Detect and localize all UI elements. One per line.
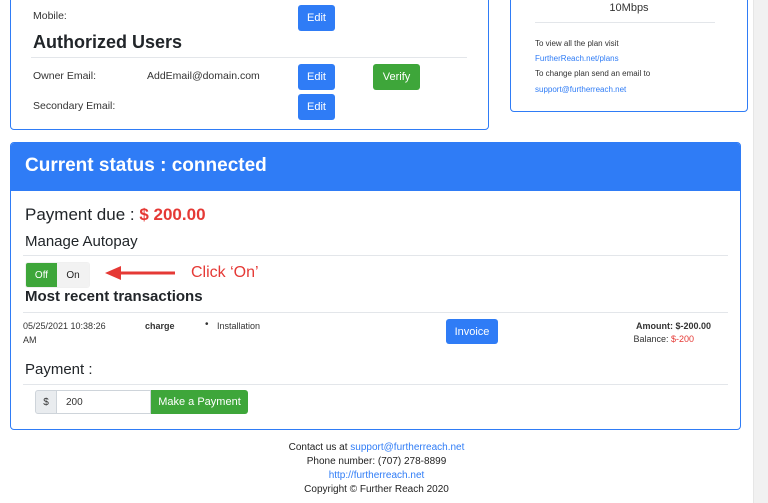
plan-card: 10Mbps To view all the plan visit Furthe… — [510, 0, 748, 112]
status-header-title: Current status : connected — [25, 155, 267, 176]
bullet-icon: • — [205, 319, 209, 330]
plans-link[interactable]: FurtherReach.net/plans — [535, 54, 619, 63]
owner-email-label: Owner Email: — [33, 70, 97, 82]
status-card: Current status : connected Payment due :… — [10, 142, 741, 430]
plan-speed: 10Mbps — [609, 2, 649, 14]
footer-contact-email-link[interactable]: support@furtherreach.net — [350, 442, 464, 453]
recent-transactions-title: Most recent transactions — [25, 288, 203, 305]
table-row: 05/25/2021 10:38:26 AM charge • Installa… — [11, 313, 740, 357]
currency-prefix: $ — [35, 390, 57, 414]
autopay-off-option[interactable]: Off — [26, 263, 57, 287]
balance-label: Balance: — [633, 334, 671, 344]
status-header: Current status : connected — [11, 143, 740, 191]
divider — [23, 255, 728, 256]
transaction-balance: Balance: $-200 — [633, 334, 694, 344]
authorized-users-title: Authorized Users — [33, 32, 183, 52]
divider — [535, 22, 715, 23]
mobile-edit-button[interactable]: Edit — [298, 5, 335, 31]
divider — [23, 384, 728, 385]
account-card: Mobile: Edit Authorized Users Owner Emai… — [10, 0, 489, 130]
secondary-email-edit-button[interactable]: Edit — [298, 94, 335, 120]
plan-view-text: To view all the plan visit — [535, 39, 619, 48]
manage-autopay-title: Manage Autopay — [25, 233, 138, 250]
owner-email-verify-button[interactable]: Verify — [373, 64, 420, 90]
transaction-type: charge — [145, 321, 175, 331]
autopay-toggle: Off On — [25, 262, 90, 288]
footer-website-link[interactable]: http://furtherreach.net — [0, 469, 753, 483]
payment-due-amount: $ 200.00 — [139, 205, 206, 224]
annotation-text: Click ‘On’ — [191, 264, 259, 281]
payment-amount-input[interactable] — [57, 390, 151, 414]
payment-title: Payment : — [25, 361, 93, 378]
make-payment-button[interactable]: Make a Payment — [151, 390, 248, 414]
secondary-email-label: Secondary Email: — [33, 100, 116, 112]
annotation-arrow-icon — [105, 266, 175, 280]
transaction-item: Installation — [217, 321, 261, 331]
footer-contact-prefix: Contact us at — [288, 442, 351, 453]
invoice-button[interactable]: Invoice — [446, 319, 498, 344]
payment-due: Payment due : $ 200.00 — [25, 205, 206, 225]
owner-email-value: AddEmail@domain.com — [147, 70, 260, 82]
footer-phone: Phone number: (707) 278-8899 — [306, 456, 447, 467]
owner-email-edit-button[interactable]: Edit — [298, 64, 335, 90]
footer: Contact us at support@furtherreach.net P… — [0, 441, 753, 497]
balance-value: $-200 — [670, 334, 694, 344]
divider — [31, 57, 467, 58]
mobile-label: Mobile: — [33, 10, 67, 22]
transaction-amount: Amount: $-200.00 — [635, 321, 711, 331]
vertical-scrollbar[interactable] — [753, 0, 768, 503]
support-email-link[interactable]: support@furtherreach.net — [535, 85, 626, 94]
transaction-date-ampm: AM — [23, 335, 37, 345]
transaction-date: 05/25/2021 10:38:26 — [23, 321, 106, 331]
footer-copyright: Copyright © Further Reach 2020 — [304, 484, 449, 495]
payment-due-label: Payment due : — [25, 205, 140, 224]
autopay-on-option[interactable]: On — [57, 263, 89, 287]
plan-change-text: To change plan send an email to — [535, 69, 651, 78]
footer-contact: Contact us at support@furtherreach.net — [0, 441, 753, 455]
